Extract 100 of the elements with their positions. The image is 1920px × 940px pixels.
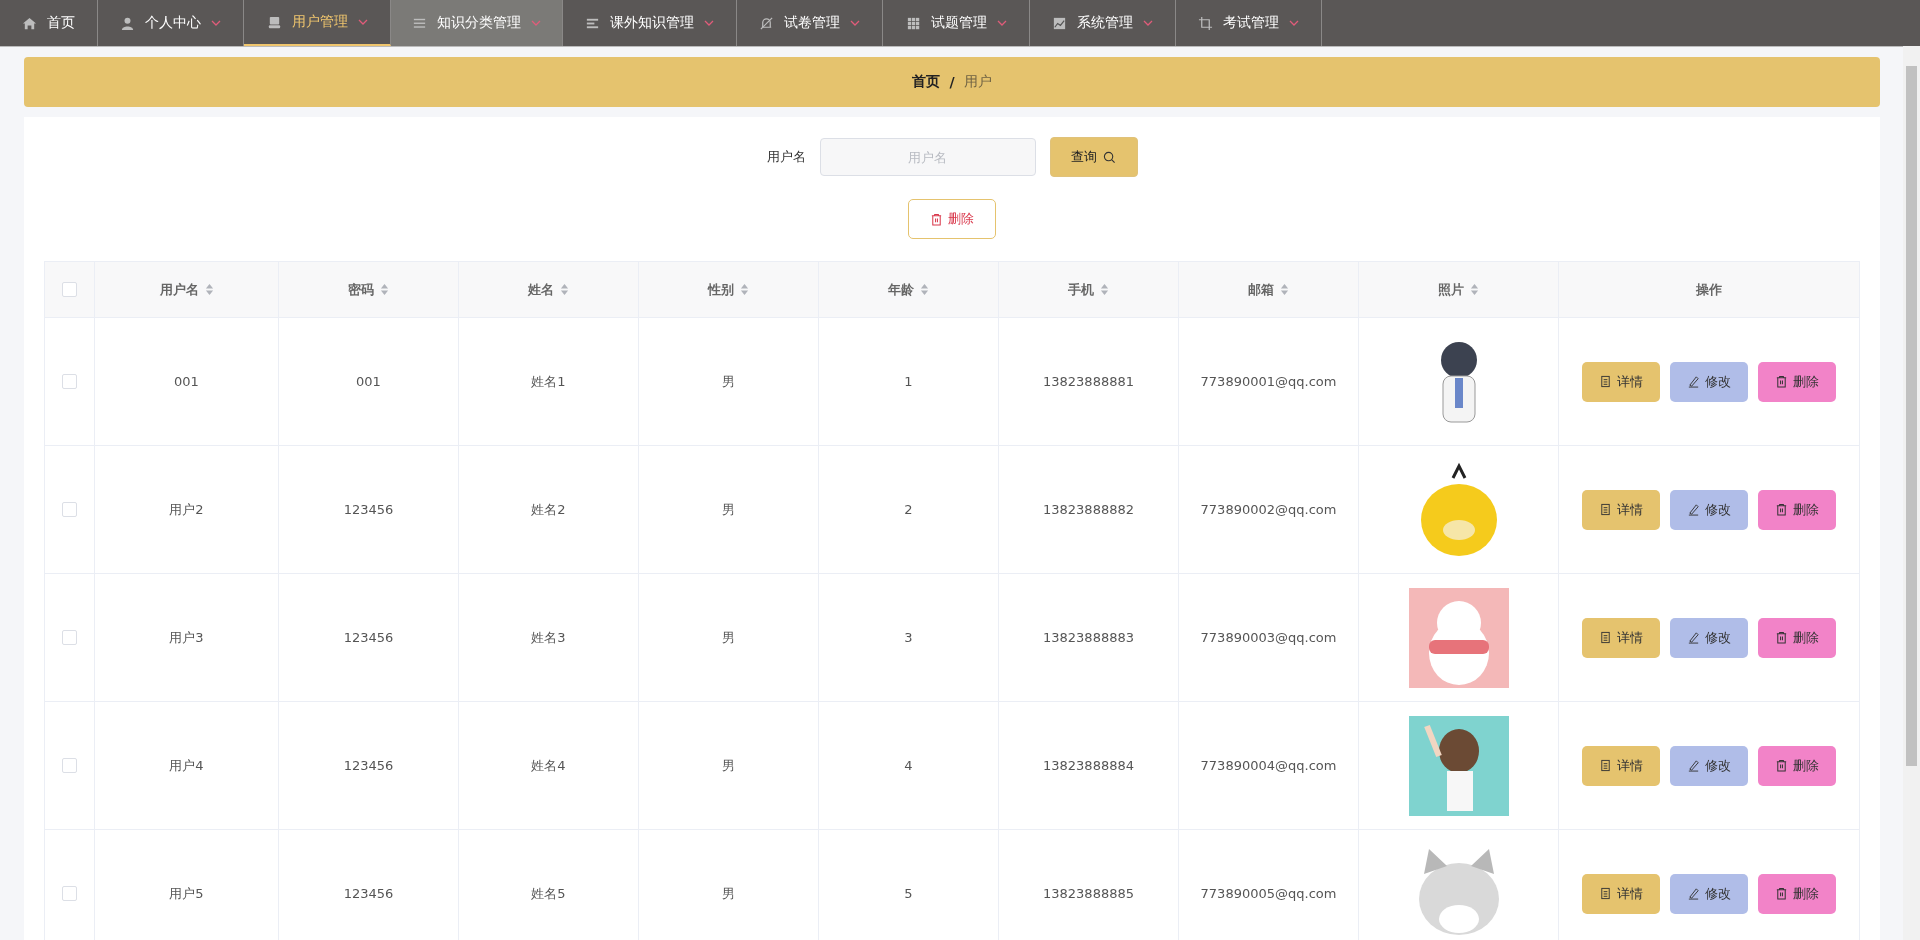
document-icon [1599, 759, 1612, 772]
sort-icon[interactable] [1100, 283, 1109, 296]
table-cell: 用户3 [169, 628, 204, 647]
breadcrumb-separator: / [949, 74, 955, 90]
checkbox[interactable] [62, 630, 77, 645]
delete-button[interactable]: 删除 [908, 199, 996, 239]
breadcrumb-item[interactable]: 首页 [912, 73, 941, 91]
table-cell: 用户4 [169, 756, 204, 775]
search-field[interactable]: 用户名 [819, 138, 1036, 176]
field-label: 用户名 [766, 148, 806, 166]
table-cell: 773890004@qq.com [1200, 758, 1337, 773]
nav-tab[interactable]: 首页 [0, 0, 98, 46]
table-cell: 13823888885 [1043, 886, 1134, 901]
table-cell: 13823888883 [1043, 630, 1134, 645]
checkbox[interactable] [62, 758, 77, 773]
nav-tab[interactable]: 知识分类管理 [391, 0, 563, 46]
table-cell: 1 [904, 374, 913, 389]
sort-icon[interactable] [204, 283, 214, 296]
detail-button[interactable]: 详情 [1582, 489, 1660, 530]
checkbox[interactable] [62, 282, 77, 297]
checkbox[interactable] [62, 886, 77, 901]
table-cell: 13823888884 [1043, 758, 1134, 773]
trash-icon [1775, 887, 1788, 900]
column-header: 用户名 [159, 280, 199, 299]
table-cell: 姓名3 [531, 628, 566, 647]
breadcrumb-item: 用户 [963, 73, 992, 91]
remove-button[interactable]: 删除 [1758, 489, 1836, 530]
remove-button[interactable]: 删除 [1758, 873, 1836, 914]
scrollbar[interactable] [1903, 46, 1920, 940]
table-cell: 男 [722, 500, 735, 519]
checkbox[interactable] [62, 502, 77, 517]
detail-button[interactable]: 详情 [1582, 361, 1660, 402]
checkbox[interactable] [62, 374, 77, 389]
table-cell: 13823888881 [1043, 374, 1134, 389]
trash-icon [930, 212, 943, 226]
edit-button[interactable]: 修改 [1670, 489, 1748, 530]
sort-icon[interactable] [1470, 283, 1479, 296]
table-cell: 用户2 [169, 500, 204, 519]
detail-button[interactable]: 详情 [1582, 745, 1660, 786]
pencil-icon [1687, 887, 1700, 900]
sort-icon[interactable] [920, 283, 929, 296]
edit-button[interactable]: 修改 [1670, 361, 1748, 402]
table-cell: 男 [722, 372, 735, 391]
table-cell: 123456 [343, 630, 394, 645]
column-header: 邮箱 [1248, 280, 1274, 299]
column-header: 姓名 [528, 280, 554, 299]
nav-tab[interactable]: 试卷管理 [737, 0, 883, 46]
column-header: 操作 [1696, 280, 1722, 299]
table-cell: 5 [904, 886, 913, 901]
sort-icon[interactable] [380, 283, 389, 296]
nav-tab[interactable]: 个人中心 [98, 0, 244, 46]
nav-tab[interactable]: 系统管理 [1030, 0, 1176, 46]
table-cell: 001 [356, 374, 381, 389]
nav-tab[interactable]: 试题管理 [883, 0, 1030, 46]
table-cell: 姓名5 [531, 884, 566, 903]
document-icon [1599, 631, 1612, 644]
nav-tab[interactable]: 课外知识管理 [563, 0, 737, 46]
trash-icon [1775, 503, 1788, 516]
document-icon [1599, 887, 1612, 900]
nav-tab[interactable]: 考试管理 [1176, 0, 1322, 46]
table-cell: 001 [174, 374, 199, 389]
remove-button[interactable]: 删除 [1758, 745, 1836, 786]
table-cell: 男 [722, 756, 735, 775]
remove-button[interactable]: 删除 [1758, 617, 1836, 658]
table-cell: 姓名2 [531, 500, 566, 519]
column-header: 手机 [1068, 280, 1094, 299]
table-cell: 姓名4 [531, 756, 566, 775]
remove-button[interactable]: 删除 [1758, 361, 1836, 402]
column-header: 性别 [708, 280, 734, 299]
pencil-icon [1687, 503, 1700, 516]
table-cell: 123456 [343, 758, 394, 773]
table-cell: 773890005@qq.com [1200, 886, 1337, 901]
sort-icon[interactable] [740, 283, 749, 296]
table-cell: 773890001@qq.com [1200, 374, 1337, 389]
edit-button[interactable]: 修改 [1670, 873, 1748, 914]
table-cell: 123456 [343, 886, 394, 901]
table-cell: 773890003@qq.com [1200, 630, 1337, 645]
detail-button[interactable]: 详情 [1582, 873, 1660, 914]
table-cell: 123456 [343, 502, 394, 517]
table-cell: 13823888882 [1043, 502, 1134, 517]
sort-icon[interactable] [1280, 283, 1289, 296]
edit-button[interactable]: 修改 [1670, 745, 1748, 786]
pencil-icon [1687, 631, 1700, 644]
edit-button[interactable]: 修改 [1670, 617, 1748, 658]
document-icon [1599, 375, 1612, 388]
table-cell: 男 [722, 884, 735, 903]
column-header: 年龄 [888, 280, 914, 299]
pencil-icon [1687, 759, 1700, 772]
pencil-icon [1687, 375, 1700, 388]
sort-icon[interactable] [560, 283, 569, 296]
trash-icon [1775, 631, 1788, 644]
table-cell: 3 [904, 630, 913, 645]
detail-button[interactable]: 详情 [1582, 617, 1660, 658]
search-button[interactable]: 查询 [1049, 137, 1138, 177]
table-cell: 2 [904, 502, 913, 517]
table-cell: 姓名1 [531, 372, 566, 391]
search-icon [1103, 150, 1116, 164]
table-cell: 773890002@qq.com [1200, 502, 1337, 517]
document-icon [1599, 503, 1612, 516]
scrollbar-thumb[interactable] [1906, 66, 1917, 766]
